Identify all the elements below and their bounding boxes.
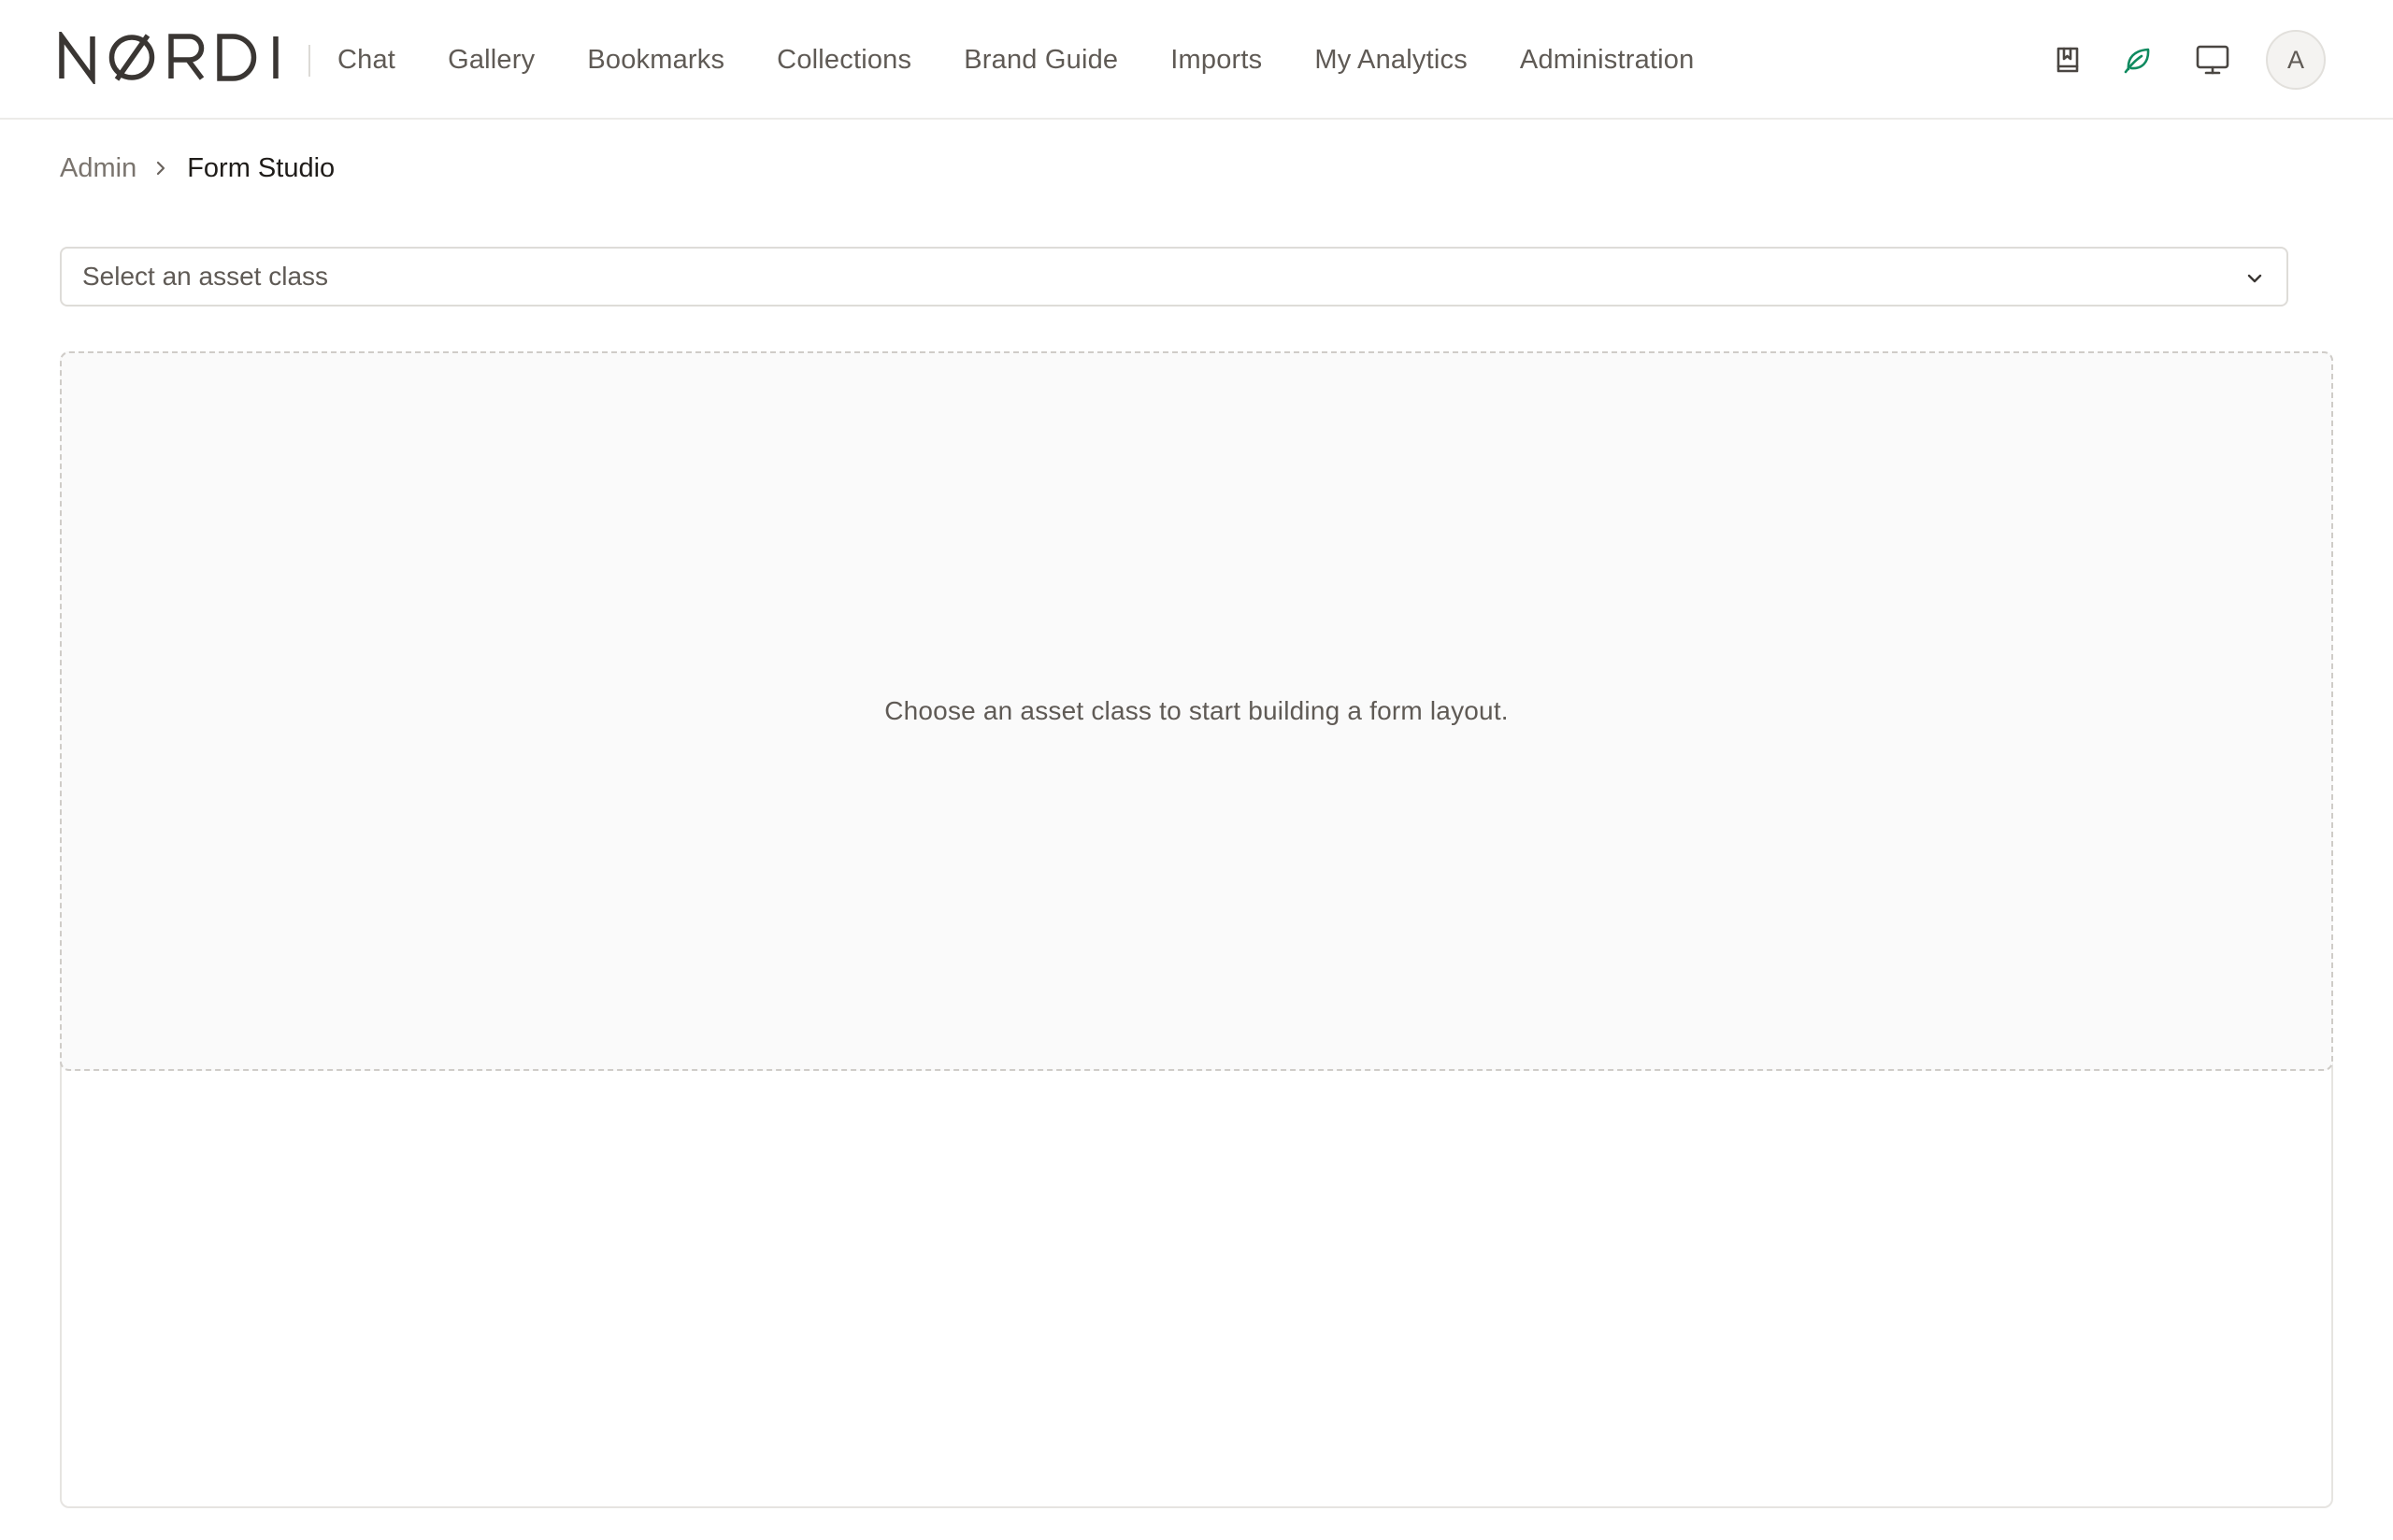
- bookmark-book-button[interactable]: [2049, 41, 2086, 78]
- nav-item-brand-guide[interactable]: Brand Guide: [938, 45, 1144, 76]
- form-layout-drop-zone[interactable]: Choose an asset class to start building …: [60, 351, 2333, 1071]
- user-avatar[interactable]: A: [2266, 30, 2326, 90]
- main-nav: Chat Gallery Bookmarks Collections Brand…: [311, 0, 1720, 120]
- chevron-right-icon: [153, 159, 168, 178]
- bookmark-book-icon: [2056, 47, 2079, 73]
- logo-divider: [308, 45, 310, 77]
- leaf-icon: [2124, 48, 2150, 74]
- nav-item-chat[interactable]: Chat: [311, 45, 422, 76]
- nav-item-collections[interactable]: Collections: [751, 45, 938, 76]
- nav-item-imports[interactable]: Imports: [1144, 45, 1288, 76]
- asset-class-select[interactable]: Select an asset class: [60, 247, 2288, 307]
- brand-logo[interactable]: [59, 32, 283, 84]
- top-header: Chat Gallery Bookmarks Collections Brand…: [0, 0, 2393, 120]
- monitor-icon: [2196, 45, 2229, 75]
- brand-logo-wordmark: [59, 32, 279, 84]
- breadcrumb: Admin Form Studio: [60, 150, 335, 187]
- nav-item-my-analytics[interactable]: My Analytics: [1288, 45, 1494, 76]
- asset-class-select-placeholder: Select an asset class: [82, 262, 329, 291]
- breadcrumb-current: Form Studio: [187, 152, 336, 183]
- chevron-down-icon: [2247, 274, 2262, 283]
- leaf-button[interactable]: [2119, 41, 2157, 78]
- empty-state-message: Choose an asset class to start building …: [884, 696, 1509, 725]
- nav-item-gallery[interactable]: Gallery: [422, 45, 561, 76]
- nav-item-bookmarks[interactable]: Bookmarks: [561, 45, 751, 76]
- display-mode-button[interactable]: [2194, 41, 2231, 78]
- nav-item-administration[interactable]: Administration: [1494, 45, 1721, 76]
- breadcrumb-admin-link[interactable]: Admin: [60, 153, 136, 184]
